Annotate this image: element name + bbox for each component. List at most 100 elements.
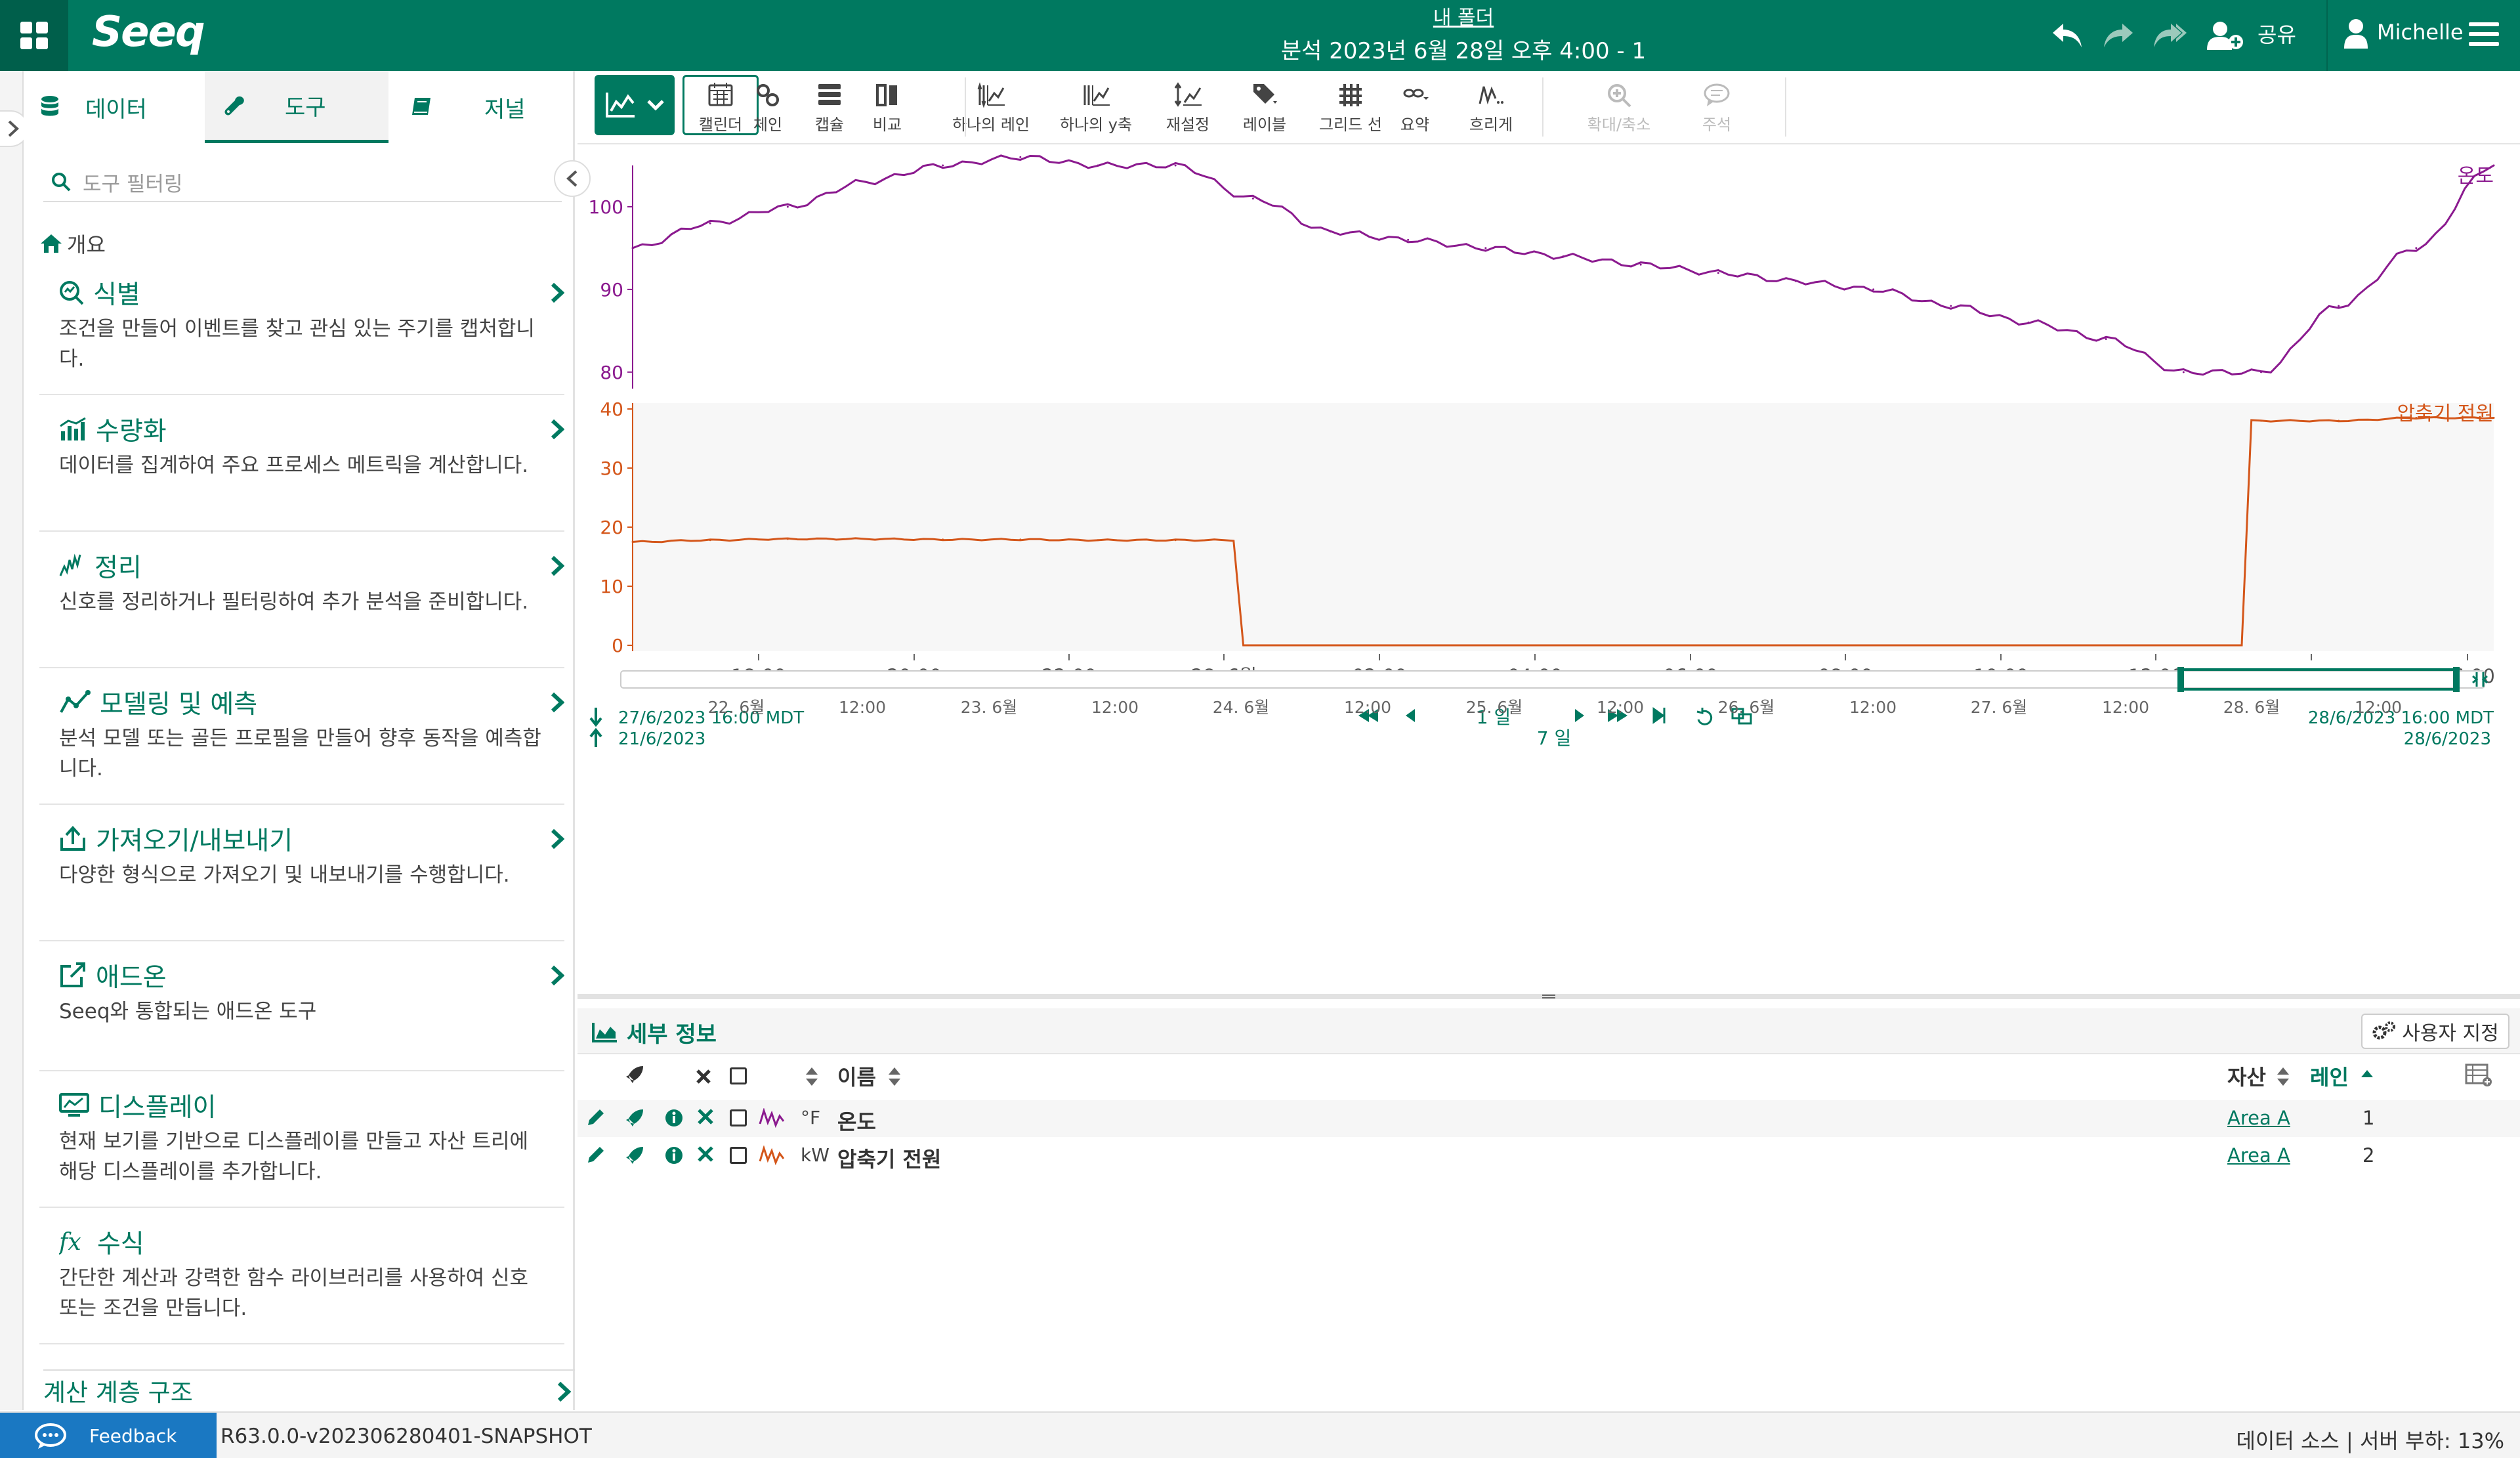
toolbar-label-button[interactable]: 레이블 xyxy=(1234,76,1295,139)
feedback-button[interactable]: Feedback xyxy=(0,1413,217,1458)
toolbar-one-lane-button[interactable]: 하나의 레인 xyxy=(945,76,1037,139)
range-handle-left[interactable] xyxy=(2177,667,2184,692)
data-point xyxy=(2027,644,2030,647)
investigate-range-bar[interactable] xyxy=(620,670,2485,689)
add-column-icon[interactable] xyxy=(2465,1063,2492,1087)
tool-import-export[interactable]: 가져오기/내보내기 다양한 형식으로 가져오기 및 내보내기를 수행합니다. xyxy=(39,821,564,941)
svg-text:fx: fx xyxy=(59,1229,81,1255)
row-name[interactable]: 압축기 전원 xyxy=(837,1143,941,1173)
remove-icon[interactable] xyxy=(697,1146,714,1163)
tool-cleanse[interactable]: 정리 신호를 정리하거나 필터링하여 추가 분석을 준비합니다. xyxy=(39,547,564,668)
select-all-checkbox[interactable] xyxy=(730,1067,747,1084)
view-selector-button[interactable] xyxy=(595,75,675,135)
close-icon[interactable] xyxy=(696,1069,711,1084)
lane-series-label: 압축기 전원 xyxy=(2397,402,2494,425)
trend-chart-area: 8090100온도010203040압축기 전원18:0020:0022:002… xyxy=(578,146,2520,999)
folder-breadcrumb[interactable]: 내 폴더 xyxy=(1050,1,1877,30)
toolbar-summary-button[interactable]: 요약 xyxy=(1390,76,1440,139)
apps-menu-button[interactable] xyxy=(0,0,68,71)
chevron-down-icon xyxy=(647,100,664,111)
investigate-duration[interactable]: 7 일 xyxy=(1537,727,1571,749)
user-name[interactable]: Michelle xyxy=(2377,20,2464,45)
table-row[interactable]: °F 온도 Area A 1 xyxy=(578,1100,2520,1137)
refresh-icon[interactable] xyxy=(1696,708,1713,725)
toolbar-dim-button[interactable]: 흐리게 xyxy=(1463,76,1519,139)
tab-tools[interactable]: 도구 xyxy=(205,71,388,143)
tool-display[interactable]: 디스플레이 현재 보기를 기반으로 디스플레이를 만들고 자산 트리에 해당 디… xyxy=(39,1087,564,1208)
arrow-down-icon[interactable] xyxy=(589,708,602,727)
overview-link[interactable]: 개요 xyxy=(39,228,106,259)
rocket-icon[interactable] xyxy=(625,1065,644,1084)
row-checkbox[interactable] xyxy=(730,1109,747,1126)
tool-formula[interactable]: fx 수식 간단한 계산과 강력한 함수 라이브러리를 사용하여 신호 또는 조건… xyxy=(39,1224,564,1344)
row-name[interactable]: 온도 xyxy=(837,1105,876,1136)
capsule-icon xyxy=(818,84,841,105)
trend-chart[interactable]: 8090100온도010203040압축기 전원18:0020:0022:002… xyxy=(578,146,2520,999)
investigate-range-start[interactable]: 21/6/2023 xyxy=(618,729,705,749)
tool-quantify[interactable]: 수량화 데이터를 집계하여 주요 프로세스 메트릭을 계산합니다. xyxy=(39,411,564,532)
tab-journal[interactable]: 저널 xyxy=(391,71,575,143)
data-point xyxy=(1717,644,1719,647)
toolbar-one-y-axis-button[interactable]: 하나의 y축 xyxy=(1050,76,1142,139)
tool-cleanse-title: 정리 xyxy=(94,553,142,583)
rocket-icon[interactable] xyxy=(625,1108,644,1128)
sort-icon[interactable] xyxy=(887,1066,902,1087)
toolbar-annotation-button[interactable]: 주석 xyxy=(1692,76,1742,139)
signal-line-icon xyxy=(759,1146,785,1165)
info-icon[interactable] xyxy=(664,1108,684,1128)
tool-addon[interactable]: 애드온 Seeq와 통합되는 애드온 도구 xyxy=(39,957,564,1071)
data-point xyxy=(1174,539,1177,542)
column-asset-header[interactable]: 자산 xyxy=(2227,1061,2266,1091)
investigate-range-end[interactable]: 28/6/2023 xyxy=(2404,729,2491,749)
share-users-icon[interactable] xyxy=(2205,14,2247,56)
toolbar-grid-button[interactable]: 그리드 선 xyxy=(1305,76,1396,139)
pencil-icon[interactable] xyxy=(585,1108,605,1128)
tab-data[interactable]: 데이터 xyxy=(24,71,205,143)
toolbar-chain-button[interactable]: 체인 xyxy=(743,76,793,139)
redo-all-icon[interactable] xyxy=(2150,14,2192,56)
tool-modeling-desc: 분석 모델 또는 골든 프로필을 만들어 향후 동작을 예측합니다. xyxy=(59,727,541,781)
data-point xyxy=(786,205,789,208)
info-icon[interactable] xyxy=(664,1146,684,1165)
server-load-status[interactable]: 데이터 소스 | 서버 부하: 13% xyxy=(2236,1425,2504,1455)
tools-panel: 데이터 도구 저널 도구 필터링 개요 식별 조건을 만들어 이벤트를 찾고 관… xyxy=(24,71,591,1410)
sort-icon[interactable] xyxy=(2276,1066,2290,1087)
toolbar-zoom-button[interactable]: 확대/축소 xyxy=(1576,76,1662,139)
pencil-icon[interactable] xyxy=(585,1146,605,1165)
one-y-axis-icon xyxy=(1083,85,1110,106)
tool-modeling[interactable]: 모델링 및 예측 분석 모델 또는 골든 프로필을 만들어 향후 동작을 예측합… xyxy=(39,684,564,805)
undo-icon[interactable] xyxy=(2046,14,2088,56)
tool-identify[interactable]: 식별 조건을 만들어 이벤트를 찾고 관심 있는 주기를 캡처합니다. xyxy=(39,274,564,395)
gears-icon xyxy=(2372,1021,2396,1040)
remove-icon[interactable] xyxy=(697,1108,714,1125)
tool-filter-input[interactable]: 도구 필터링 xyxy=(43,163,562,202)
share-label[interactable]: 공유 xyxy=(2258,18,2296,49)
toolbar-compare-button[interactable]: 비교 xyxy=(862,76,912,139)
arrow-up-icon[interactable] xyxy=(589,727,602,747)
step-forward-icon[interactable] xyxy=(1575,709,1584,722)
row-asset-link[interactable]: Area A xyxy=(2227,1144,2290,1167)
toolbar-reset-button[interactable]: 재설정 xyxy=(1155,76,1221,139)
data-point xyxy=(1019,156,1022,158)
toolbar-capsule-button[interactable]: 캡슐 xyxy=(803,76,856,139)
column-lane-label: 레인 xyxy=(2310,1065,2349,1090)
app-header: Seeq 내 폴더 분석 2023년 6월 28일 오후 4:00 - 1 공유… xyxy=(0,0,2520,71)
hamburger-menu-icon[interactable] xyxy=(2469,21,2499,47)
rocket-icon[interactable] xyxy=(625,1146,644,1165)
data-point xyxy=(2182,644,2185,647)
data-point xyxy=(1330,644,1332,647)
column-lane-header[interactable]: 레인 xyxy=(2310,1061,2349,1091)
redo-icon[interactable] xyxy=(2097,14,2139,56)
range-handle-right[interactable] xyxy=(2453,667,2460,692)
customize-button[interactable]: 사용자 지정 xyxy=(2361,1014,2510,1049)
sort-icon[interactable] xyxy=(805,1066,819,1087)
row-checkbox[interactable] xyxy=(730,1147,747,1164)
step-to-end-icon[interactable] xyxy=(1652,707,1666,724)
step-back-icon[interactable] xyxy=(1406,709,1415,722)
user-icon[interactable] xyxy=(2343,18,2369,49)
table-row[interactable]: kW 압축기 전원 Area A 2 xyxy=(578,1138,2520,1174)
row-asset-link[interactable]: Area A xyxy=(2227,1107,2290,1129)
analysis-title[interactable]: 분석 2023년 6월 28일 오후 4:00 - 1 xyxy=(919,33,2008,65)
calc-hierarchy-link[interactable]: 계산 계층 구조 xyxy=(43,1369,575,1410)
column-name-header[interactable]: 이름 xyxy=(837,1061,876,1091)
